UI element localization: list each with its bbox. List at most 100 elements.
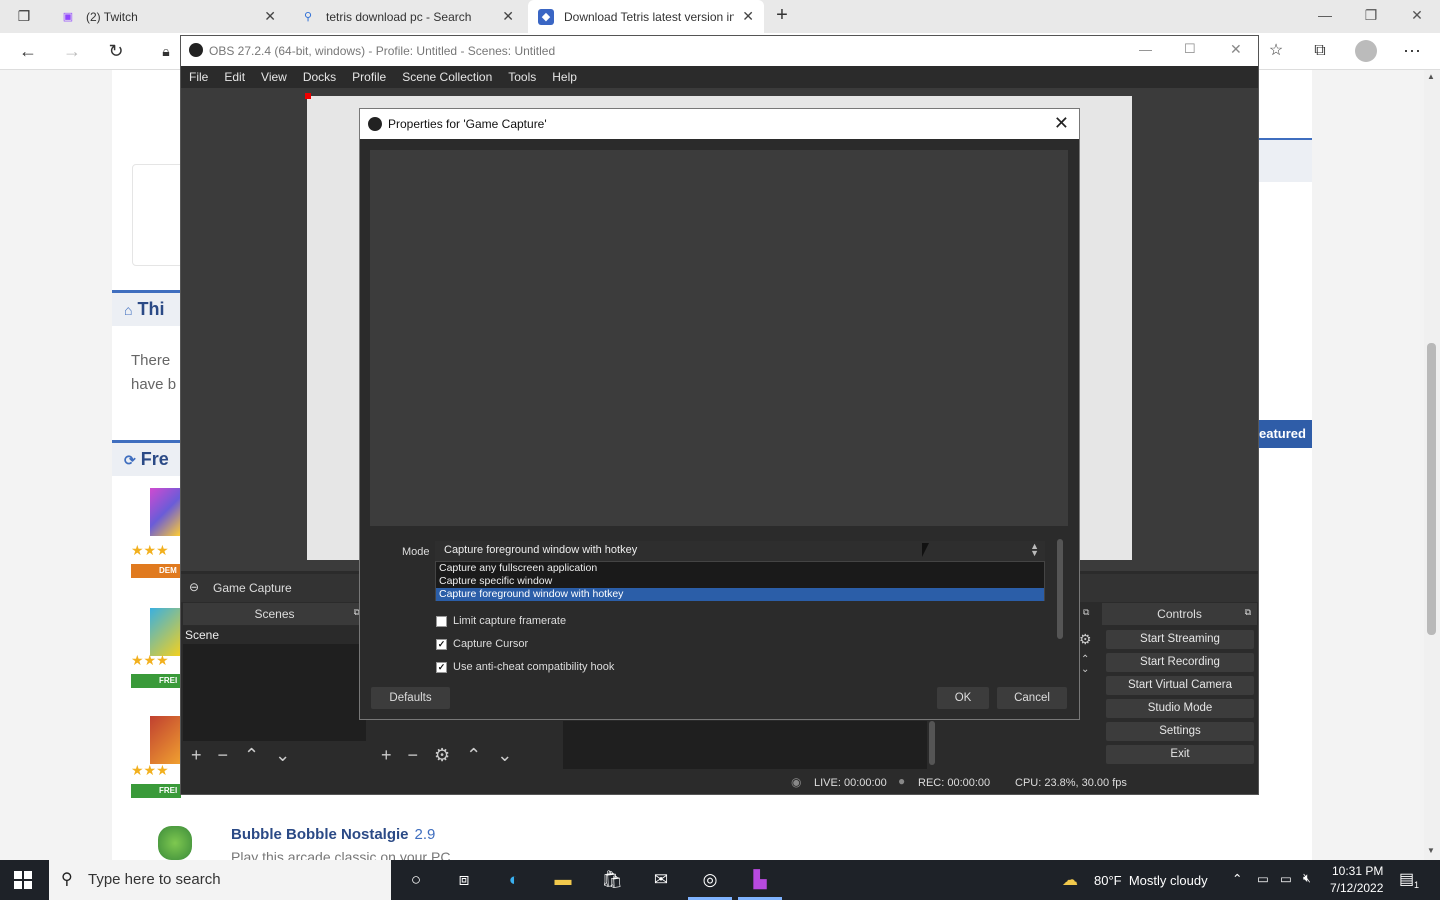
scroll-thumb[interactable]	[1427, 343, 1436, 635]
defaults-button[interactable]: Defaults	[371, 687, 450, 709]
anticheat-hook-checkbox[interactable]: ✓ Use anti-cheat compatibility hook	[436, 661, 614, 673]
network-icon[interactable]: ▭	[1280, 871, 1292, 886]
move-down-icon[interactable]: ⌄	[489, 745, 520, 766]
tab-twitch[interactable]: ▣ (2) Twitch ✕	[50, 0, 286, 33]
undock-icon[interactable]: ⧉	[1083, 607, 1089, 618]
studio-mode-button[interactable]: Studio Mode	[1106, 699, 1254, 718]
menu-docks[interactable]: Docks	[295, 66, 344, 88]
undock-icon[interactable]: ⧉	[1245, 607, 1251, 618]
menu-help[interactable]: Help	[544, 66, 585, 88]
capture-cursor-checkbox[interactable]: ✓ Capture Cursor	[436, 638, 528, 650]
close-icon[interactable]: ✕	[502, 8, 514, 25]
menu-view[interactable]: View	[253, 66, 295, 88]
game-thumbnail[interactable]	[150, 716, 180, 764]
start-streaming-button[interactable]: Start Streaming	[1106, 630, 1254, 649]
remove-icon[interactable]: −	[210, 745, 237, 766]
store-icon[interactable]: 🛍︎	[599, 868, 625, 892]
mode-value: Capture foreground window with hotkey	[444, 544, 638, 556]
checkbox[interactable]: ✓	[436, 638, 447, 650]
clock-time[interactable]: 10:31 PM	[1332, 864, 1383, 878]
collections-icon[interactable]: ⧉	[1306, 39, 1334, 63]
weather-text[interactable]: 80°F Mostly cloudy	[1094, 873, 1208, 888]
close-window-icon[interactable]: ✕	[1402, 4, 1432, 26]
scroll-down-icon[interactable]: ▼	[1427, 846, 1435, 855]
cancel-button[interactable]: Cancel	[997, 687, 1067, 709]
new-tab-button[interactable]: +	[768, 3, 796, 27]
game-thumbnail[interactable]	[150, 488, 180, 536]
close-window-icon[interactable]: ✕	[1230, 41, 1242, 58]
chevron-up-icon[interactable]: ⌃	[1232, 871, 1242, 886]
scroll-up-icon[interactable]: ▲	[1427, 72, 1435, 81]
gear-icon[interactable]: ⚙	[1079, 631, 1092, 648]
tab-label: tetris download pc - Search	[326, 9, 472, 24]
scene-item[interactable]: Scene	[183, 626, 366, 644]
start-virtual-camera-button[interactable]: Start Virtual Camera	[1106, 676, 1254, 695]
obs-logo-icon	[368, 117, 382, 131]
move-down-icon[interactable]: ⌄	[267, 745, 298, 766]
mode-option-foreground-hotkey[interactable]: Capture foreground window with hotkey	[436, 588, 1044, 601]
clock-date[interactable]: 7/12/2022	[1330, 881, 1383, 895]
close-icon[interactable]: ✕	[1054, 113, 1069, 134]
edge-icon[interactable]: ◐	[501, 868, 527, 892]
file-explorer-icon[interactable]: ▬	[550, 868, 576, 892]
profile-avatar[interactable]	[1352, 39, 1380, 63]
volume-muted-icon[interactable]: 🔇︎	[1303, 871, 1311, 886]
tab-search[interactable]: ⚲ tetris download pc - Search ✕	[290, 0, 524, 33]
dialog-scrollbar[interactable]	[1057, 539, 1063, 639]
add-icon[interactable]: +	[373, 745, 400, 766]
tab-actions-icon[interactable]: ❐	[10, 4, 38, 28]
checkbox[interactable]	[436, 615, 447, 627]
favorites-icon[interactable]: ☆	[1262, 39, 1290, 63]
add-icon[interactable]: +	[183, 745, 210, 766]
tab-tetris[interactable]: ◆ Download Tetris latest version in ✕	[528, 0, 764, 33]
menu-profile[interactable]: Profile	[344, 66, 394, 88]
back-icon[interactable]: ←	[14, 39, 42, 63]
move-up-icon[interactable]: ⌃	[236, 745, 267, 766]
remove-icon[interactable]: −	[400, 745, 427, 766]
taskbar-search-box[interactable]: ⚲ Type here to search	[49, 860, 391, 900]
rating-stars: ★★★	[131, 652, 169, 668]
menu-file[interactable]: File	[181, 66, 216, 88]
forward-icon[interactable]: →	[58, 39, 86, 63]
spin-icon[interactable]: ⌃ ⌄	[1081, 655, 1089, 675]
limit-framerate-checkbox[interactable]: Limit capture framerate	[436, 615, 566, 627]
gear-icon[interactable]: ⚙	[426, 745, 458, 766]
windows-start-icon[interactable]	[14, 871, 32, 889]
exit-button[interactable]: Exit	[1106, 745, 1254, 764]
close-icon[interactable]: ✕	[264, 8, 276, 25]
menu-edit[interactable]: Edit	[216, 66, 253, 88]
ok-button[interactable]: OK	[937, 687, 989, 709]
mode-option-fullscreen[interactable]: Capture any fullscreen application	[436, 562, 1044, 575]
more-icon[interactable]: ⋯	[1398, 39, 1426, 63]
menu-scene-collection[interactable]: Scene Collection	[394, 66, 500, 88]
notification-count: 1	[1414, 880, 1420, 890]
mixer-scrollbar[interactable]	[929, 721, 935, 765]
cortana-icon[interactable]: ○	[403, 868, 429, 892]
maximize-icon[interactable]: ☐	[1184, 41, 1196, 57]
restore-icon[interactable]: ❐	[1356, 4, 1386, 26]
mode-select[interactable]: Capture foreground window with hotkey ▲ ▼	[435, 541, 1045, 561]
mail-icon[interactable]: ✉	[648, 868, 674, 892]
section-icon: ⌂	[124, 302, 133, 318]
close-icon[interactable]: ✕	[742, 8, 754, 25]
section-header-free: ⟳ Fre	[112, 440, 182, 476]
game-title-link[interactable]: Bubble Bobble Nostalgie 2.9	[231, 826, 435, 843]
move-up-icon[interactable]: ⌃	[458, 745, 489, 766]
minimize-icon[interactable]: —	[1139, 42, 1152, 57]
tetris-taskbar-icon[interactable]: ▙	[747, 868, 773, 892]
game-thumbnail[interactable]	[150, 608, 180, 656]
task-view-icon[interactable]: ⧈	[451, 868, 477, 892]
start-recording-button[interactable]: Start Recording	[1106, 653, 1254, 672]
menu-tools[interactable]: Tools	[500, 66, 544, 88]
settings-button[interactable]: Settings	[1106, 722, 1254, 741]
obs-taskbar-icon[interactable]: ◎	[697, 868, 723, 892]
notification-icon[interactable]: ▤	[1399, 869, 1414, 889]
bubble-thumbnail[interactable]	[158, 826, 192, 860]
minimize-icon[interactable]: —	[1310, 4, 1340, 26]
refresh-icon[interactable]: ↻	[102, 39, 130, 63]
meet-now-icon[interactable]: ▭	[1257, 871, 1269, 886]
source-handle[interactable]	[305, 93, 311, 99]
mode-option-specific-window[interactable]: Capture specific window	[436, 575, 1044, 588]
weather-icon[interactable]: ☁	[1062, 870, 1078, 890]
checkbox[interactable]: ✓	[436, 661, 447, 673]
